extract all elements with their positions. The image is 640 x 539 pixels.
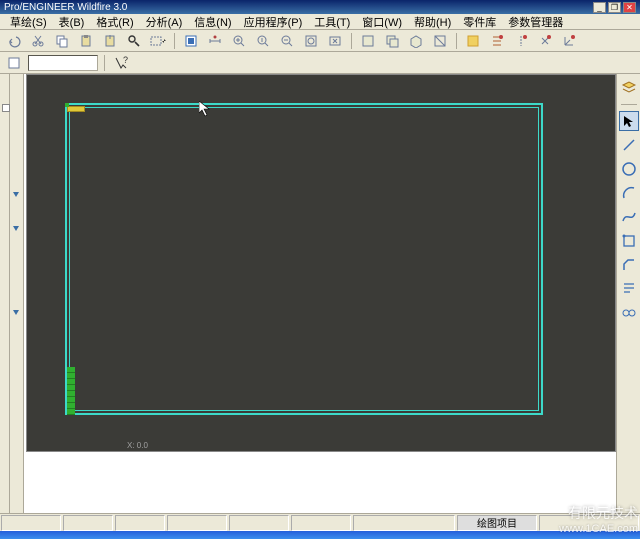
taskbar[interactable] bbox=[0, 531, 640, 539]
zoom-window-button[interactable] bbox=[301, 32, 321, 50]
datum-plane-toggle[interactable] bbox=[487, 32, 507, 50]
status-cell-5 bbox=[229, 515, 289, 531]
datum-point-toggle[interactable] bbox=[535, 32, 555, 50]
drawing-sheet-border bbox=[65, 103, 543, 415]
menu-table[interactable]: 表(B) bbox=[53, 14, 91, 30]
cut-button[interactable] bbox=[28, 32, 48, 50]
zoom-out-button[interactable] bbox=[277, 32, 297, 50]
close-button[interactable]: ✕ bbox=[623, 2, 636, 13]
ruler-marker-icon bbox=[13, 192, 19, 197]
maximize-button[interactable]: ❐ bbox=[608, 2, 621, 13]
menu-applications[interactable]: 应用程序(P) bbox=[238, 14, 309, 30]
menubar: 草绘(S) 表(B) 格式(R) 分析(A) 信息(N) 应用程序(P) 工具(… bbox=[0, 14, 640, 30]
chain-button[interactable] bbox=[619, 303, 639, 323]
mode-button[interactable] bbox=[4, 54, 24, 72]
scale-bar-icon bbox=[67, 367, 75, 415]
paste-special-button[interactable] bbox=[100, 32, 120, 50]
whats-this-button[interactable]: ? bbox=[111, 54, 131, 72]
circle-button[interactable] bbox=[619, 159, 639, 179]
menu-parts-lib[interactable]: 零件库 bbox=[457, 14, 502, 30]
status-cell-4 bbox=[167, 515, 227, 531]
watermark-line1: 有限元技术 bbox=[559, 503, 638, 523]
zoom-in-button[interactable] bbox=[253, 32, 273, 50]
status-cell-1 bbox=[1, 515, 61, 531]
status-cell-6 bbox=[291, 515, 351, 531]
statusbar: 绘图项目 bbox=[0, 513, 640, 531]
svg-text:?: ? bbox=[123, 56, 128, 65]
origin-mark-icon bbox=[67, 106, 85, 112]
menu-window[interactable]: 窗口(W) bbox=[356, 14, 408, 30]
menu-sketch[interactable]: 草绘(S) bbox=[4, 14, 53, 30]
highlight-button[interactable] bbox=[463, 32, 483, 50]
minimize-button[interactable]: _ bbox=[593, 2, 606, 13]
drawing-canvas[interactable]: X: 0.0 bbox=[26, 74, 616, 452]
datum-axis-toggle[interactable] bbox=[511, 32, 531, 50]
view2-button[interactable] bbox=[382, 32, 402, 50]
secondary-toolbar: ? bbox=[0, 52, 640, 74]
blank-area bbox=[48, 452, 592, 513]
origin-grip-icon[interactable] bbox=[65, 103, 69, 107]
note-button[interactable] bbox=[619, 279, 639, 299]
left-panel-handle[interactable] bbox=[0, 74, 10, 513]
titlebar: Pro/ENGINEER Wildfire 3.0 _ ❐ ✕ bbox=[0, 0, 640, 14]
select-mode-button[interactable] bbox=[148, 32, 168, 50]
refit-button[interactable] bbox=[325, 32, 345, 50]
right-toolbar bbox=[616, 74, 640, 513]
dimension-button[interactable] bbox=[205, 32, 225, 50]
copy-button[interactable] bbox=[52, 32, 72, 50]
spline-button[interactable] bbox=[619, 207, 639, 227]
window-controls: _ ❐ ✕ bbox=[593, 2, 636, 13]
ruler-marker-icon bbox=[13, 310, 19, 315]
menu-info[interactable]: 信息(N) bbox=[188, 14, 237, 30]
view4-button[interactable] bbox=[430, 32, 450, 50]
separator bbox=[104, 55, 105, 71]
select-arrow-button[interactable] bbox=[619, 111, 639, 131]
status-cell-message bbox=[353, 515, 455, 531]
undo-button[interactable] bbox=[4, 32, 24, 50]
layers-button[interactable] bbox=[619, 78, 639, 98]
view3-button[interactable] bbox=[406, 32, 426, 50]
chamfer-button[interactable] bbox=[619, 255, 639, 275]
app-title: Pro/ENGINEER Wildfire 3.0 bbox=[4, 2, 593, 13]
sketch-plane-button[interactable] bbox=[181, 32, 201, 50]
line-button[interactable] bbox=[619, 135, 639, 155]
drawing-sheet-inner-border bbox=[69, 107, 539, 411]
status-cell-3 bbox=[115, 515, 165, 531]
find-button[interactable] bbox=[124, 32, 144, 50]
separator bbox=[621, 104, 637, 105]
workarea: X: 0.0 bbox=[0, 74, 640, 513]
menu-format[interactable]: 格式(R) bbox=[90, 14, 139, 30]
watermark-line2: www.1CAE.com bbox=[559, 523, 638, 535]
canvas-container: X: 0.0 bbox=[24, 74, 616, 513]
cursor-icon bbox=[199, 101, 211, 117]
csys-toggle[interactable] bbox=[559, 32, 579, 50]
paste-button[interactable] bbox=[76, 32, 96, 50]
main-toolbar bbox=[0, 30, 640, 52]
view1-button[interactable] bbox=[358, 32, 378, 50]
scale-input[interactable] bbox=[28, 55, 98, 71]
status-cell-2 bbox=[63, 515, 113, 531]
arc-button[interactable] bbox=[619, 183, 639, 203]
zoom-fit-button[interactable] bbox=[229, 32, 249, 50]
ruler-marker-icon bbox=[13, 226, 19, 231]
separator bbox=[351, 33, 352, 49]
box-button[interactable] bbox=[619, 231, 639, 251]
coord-readout: X: 0.0 bbox=[127, 441, 148, 450]
menu-tools[interactable]: 工具(T) bbox=[308, 14, 356, 30]
menu-param-mgr[interactable]: 参数管理器 bbox=[502, 14, 569, 30]
status-project: 绘图项目 bbox=[457, 515, 537, 531]
separator bbox=[174, 33, 175, 49]
separator bbox=[456, 33, 457, 49]
watermark: 有限元技术 www.1CAE.com bbox=[559, 503, 638, 535]
menu-help[interactable]: 帮助(H) bbox=[408, 14, 457, 30]
vertical-ruler bbox=[10, 74, 24, 513]
menu-analysis[interactable]: 分析(A) bbox=[140, 14, 189, 30]
